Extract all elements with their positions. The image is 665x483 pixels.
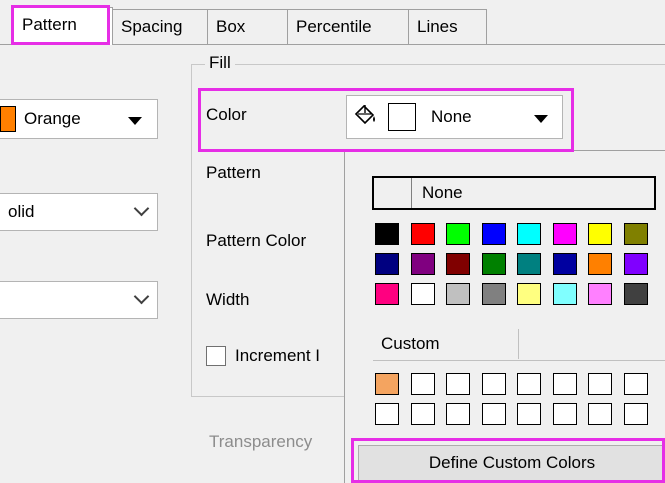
color-swatch[interactable] [552,283,577,305]
fill-width-label: Width [206,290,250,309]
line-style-value: olid [8,202,35,221]
fill-color-value: None [431,107,472,126]
color-swatch[interactable] [410,223,435,245]
color-swatch[interactable] [375,283,399,305]
custom-tab[interactable]: Custom [377,329,519,359]
color-swatch[interactable] [588,253,612,275]
color-swatch[interactable] [588,403,612,425]
color-swatch[interactable] [517,373,541,395]
custom-divider [373,360,665,361]
color-swatch[interactable] [375,403,399,425]
dropdown-arrow-icon[interactable] [128,117,142,125]
fill-color-label: Color [206,105,247,124]
color-swatch[interactable] [588,373,612,395]
fill-color-combo[interactable]: None [346,95,563,139]
color-swatch[interactable] [446,403,470,425]
define-custom-colors-button[interactable]: Define Custom Colors [358,445,665,481]
color-swatch[interactable] [623,223,648,245]
color-swatch[interactable] [375,253,399,275]
color-swatch[interactable] [517,283,541,305]
color-swatch[interactable] [481,373,506,395]
color-swatch[interactable] [481,283,506,305]
color-swatch[interactable] [481,253,506,275]
third-combo[interactable] [0,281,158,319]
color-swatch[interactable] [517,253,541,275]
increment-checkbox[interactable] [206,346,226,366]
color-swatch[interactable] [446,373,470,395]
fill-color-swatch [388,103,416,131]
color-swatch[interactable] [517,403,541,425]
color-swatch[interactable] [446,253,470,275]
chevron-down-icon[interactable] [133,200,150,217]
color-swatch[interactable] [410,373,435,395]
color-swatch[interactable] [410,403,435,425]
fill-group-border-left [191,64,192,397]
color-swatch[interactable] [588,283,612,305]
line-style-combo[interactable]: olid [0,193,158,231]
paint-bucket-icon [354,104,375,125]
color-swatch[interactable] [552,373,577,395]
tab-lines[interactable]: Lines [408,9,487,44]
color-swatch[interactable] [481,403,506,425]
fill-group-title: Fill [205,52,235,74]
line-color-value: Orange [24,109,81,128]
orange-swatch [0,106,16,132]
tab-box[interactable]: Box [207,9,288,44]
color-swatch[interactable] [623,253,648,275]
color-swatch[interactable] [623,373,648,395]
chevron-down-icon[interactable] [133,288,150,305]
transparency-label: Transparency [209,432,313,451]
fill-group-border-top [191,64,665,65]
color-swatch[interactable] [552,253,577,275]
line-color-combo[interactable]: Orange [0,99,158,139]
color-swatch[interactable] [552,403,577,425]
color-swatch[interactable] [588,223,612,245]
increment-label: Increment I [235,346,321,365]
color-swatch[interactable] [552,223,577,245]
color-swatch[interactable] [623,283,648,305]
color-swatch[interactable] [375,223,399,245]
color-dropdown-panel: None Custom Define Custom Colors [344,150,665,483]
fill-pattern-label: Pattern [206,163,261,182]
none-option[interactable]: None [372,176,656,210]
color-swatch[interactable] [410,283,435,305]
tab-pattern[interactable]: Pattern [13,7,113,45]
dropdown-arrow-icon[interactable] [534,115,548,123]
none-swatch [376,178,412,208]
fill-group-border-bottom [191,396,351,397]
color-swatch[interactable] [375,373,399,395]
color-swatch[interactable] [623,403,648,425]
color-swatch[interactable] [517,223,541,245]
custom-tab-label: Custom [381,334,440,353]
tab-percentile[interactable]: Percentile [287,9,409,44]
tab-spacing[interactable]: Spacing [112,9,208,44]
color-swatch[interactable] [446,283,470,305]
color-swatch[interactable] [446,223,470,245]
none-label: None [422,183,463,202]
color-swatch[interactable] [481,223,506,245]
color-swatch[interactable] [410,253,435,275]
fill-pattern-color-label: Pattern Color [206,231,307,250]
